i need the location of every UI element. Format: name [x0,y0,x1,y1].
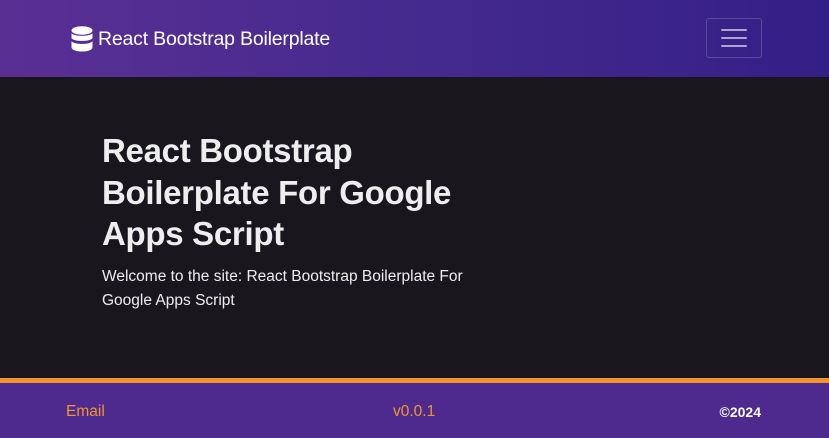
version-link[interactable]: v0.0.1 [393,403,435,421]
navbar-toggler-button[interactable] [706,18,762,58]
brand-text: React Bootstrap Boilerplate [98,27,330,50]
database-icon [71,26,93,52]
copyright-text: ©2024 [719,404,761,420]
email-link[interactable]: Email [66,403,105,421]
hamburger-menu-icon [721,29,747,47]
page-title: React Bootstrap Boilerplate For Google A… [102,132,452,252]
navbar: React Bootstrap Boilerplate [0,0,829,77]
welcome-text: Welcome to the site: React Bootstrap Boi… [102,267,463,309]
footer: Email v0.0.1 ©2024 [0,378,829,438]
hero-section: React Bootstrap Boilerplate For Google A… [102,130,522,313]
navbar-brand[interactable]: React Bootstrap Boilerplate [71,24,330,54]
